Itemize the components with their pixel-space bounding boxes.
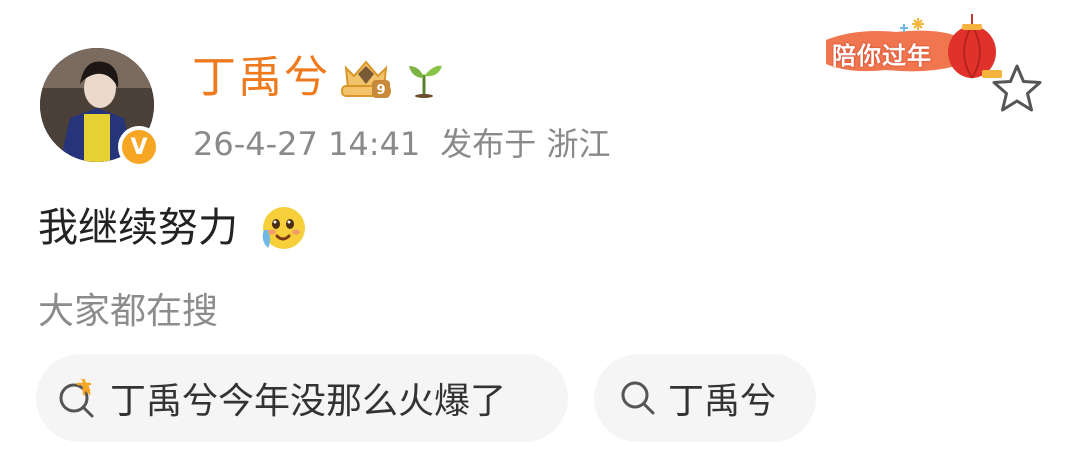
post-timestamp: 26-4-27 14:41 (193, 125, 421, 163)
trending-chip-label: 丁禹兮今年没那么火爆了 (110, 381, 507, 422)
trending-chip-label: 丁禹兮 (668, 381, 777, 422)
festival-decoration: 陪你过年 (826, 14, 1002, 80)
star-icon[interactable] (990, 62, 1044, 114)
svg-text:9: 9 (376, 83, 385, 98)
search-icon (621, 381, 655, 415)
sprout-icon (409, 65, 442, 98)
username[interactable]: 丁禹兮 (192, 52, 330, 104)
trending-chip-search[interactable]: 丁禹兮 (594, 354, 816, 442)
crown-level-icon: 9 (341, 60, 391, 98)
trending-chip-hot[interactable]: 丁禹兮今年没那么火爆了 (36, 354, 568, 442)
trending-title: 大家都在搜 (38, 291, 219, 332)
post-location: 发布于 浙江 (440, 125, 611, 163)
post-content: 我继续努力 (38, 205, 238, 251)
post-meta: 26-4-27 14:41 发布于 浙江 (193, 124, 610, 164)
hot-search-icon (59, 378, 94, 418)
festival-label: 陪你过年 (832, 42, 932, 70)
verified-badge-icon: V (118, 126, 160, 168)
crying-emoji-icon (262, 207, 305, 249)
